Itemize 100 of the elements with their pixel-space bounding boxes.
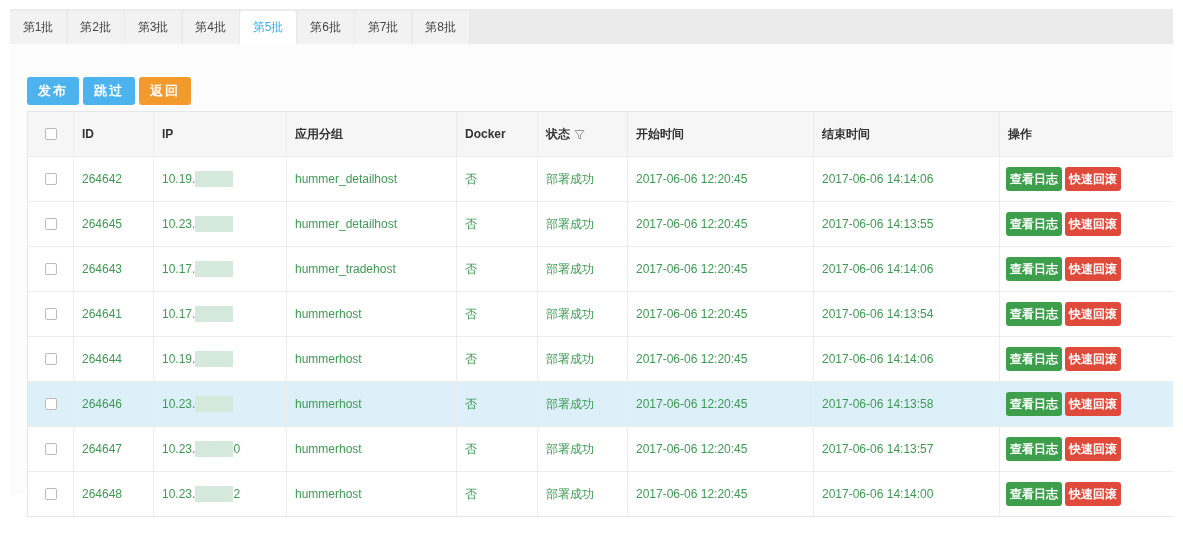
group-cell: hummerhost <box>295 487 362 501</box>
table-row[interactable]: 264648 10.23. 2 hummerhost 否 部署成功 2017-06-06 12:20:45 2017-06-06 14:14:00 查看日志 快速回滚 <box>28 471 1173 516</box>
select-all-checkbox[interactable] <box>44 128 57 140</box>
view-log-button[interactable]: 查看日志 <box>1006 212 1062 236</box>
rollback-button[interactable]: 快速回滚 <box>1065 257 1121 281</box>
view-log-button[interactable]: 查看日志 <box>1006 347 1062 371</box>
batch-tab[interactable]: 第7批 <box>355 11 411 44</box>
ip-cell: 10.19. <box>162 352 196 366</box>
redaction-mark <box>195 261 234 277</box>
start-time-cell: 2017-06-06 12:20:45 <box>636 397 748 411</box>
row-checkbox[interactable] <box>44 173 57 185</box>
batch-tab[interactable]: 第6批 <box>297 11 354 44</box>
action-button[interactable]: 跳过 <box>83 77 135 105</box>
end-time-cell: 2017-06-06 14:13:58 <box>822 397 934 411</box>
batch-tab[interactable]: 第8批 <box>412 11 469 44</box>
id-header: ID <box>82 127 94 141</box>
group-cell: hummerhost <box>295 442 362 456</box>
status-header: 状态 <box>546 125 570 143</box>
rollback-button[interactable]: 快速回滚 <box>1065 212 1121 236</box>
batch-tab[interactable]: 第1批 <box>10 11 66 44</box>
end-time-cell: 2017-06-06 14:13:54 <box>822 307 934 321</box>
status-cell: 部署成功 <box>546 485 594 503</box>
status-cell: 部署成功 <box>546 215 594 233</box>
rollback-button[interactable]: 快速回滚 <box>1065 167 1121 191</box>
id-cell: 264646 <box>82 397 123 411</box>
start-time-cell: 2017-06-06 12:20:45 <box>636 217 748 231</box>
id-cell: 264644 <box>82 352 123 366</box>
row-checkbox[interactable] <box>44 218 57 230</box>
ip-cell: 10.19. <box>162 172 196 186</box>
id-cell: 264647 <box>82 442 123 456</box>
view-log-button[interactable]: 查看日志 <box>1006 392 1062 416</box>
id-cell: 264645 <box>82 217 123 231</box>
row-checkbox[interactable] <box>44 488 57 500</box>
start-time-cell: 2017-06-06 12:20:45 <box>636 487 748 501</box>
view-log-button[interactable]: 查看日志 <box>1006 167 1062 191</box>
ip-cell: 10.23. <box>162 217 196 231</box>
docker-cell: 否 <box>465 485 477 503</box>
table-row[interactable]: 264647 10.23. 0 hummerhost 否 部署成功 2017-06-06 12:20:45 2017-06-06 14:13:57 查看日志 快速回滚 <box>28 426 1173 471</box>
docker-cell: 否 <box>465 170 477 188</box>
rollback-button[interactable]: 快速回滚 <box>1065 347 1121 371</box>
rollback-button[interactable]: 快速回滚 <box>1065 392 1121 416</box>
docker-cell: 否 <box>465 260 477 278</box>
action-button[interactable]: 返回 <box>139 77 191 105</box>
view-log-button[interactable]: 查看日志 <box>1006 257 1062 281</box>
redaction-mark <box>195 216 234 232</box>
ip-cell: 10.23. <box>162 397 196 411</box>
rollback-button[interactable]: 快速回滚 <box>1065 482 1121 506</box>
redaction-mark <box>195 441 234 457</box>
ip-cell: 10.23. <box>162 487 196 501</box>
start-time-cell: 2017-06-06 12:20:45 <box>636 442 748 456</box>
batch-tab[interactable]: 第5批 <box>240 11 296 44</box>
ip-fragment: 2 <box>233 487 241 501</box>
redaction-mark <box>195 171 234 187</box>
end-time-cell: 2017-06-06 14:13:57 <box>822 442 934 456</box>
id-cell: 264641 <box>82 307 123 321</box>
ip-cell: 10.17. <box>162 262 196 276</box>
row-checkbox[interactable] <box>44 398 57 410</box>
view-log-button[interactable]: 查看日志 <box>1006 437 1062 461</box>
redaction-mark <box>195 306 234 322</box>
filter-icon[interactable] <box>574 128 585 140</box>
rollback-button[interactable]: 快速回滚 <box>1065 437 1121 461</box>
row-checkbox[interactable] <box>44 308 57 320</box>
table-row[interactable]: 264642 10.19. hummer_detailhost 否 部署成功 2017-06-06 12:20:45 2017-06-06 14:14:06 查看日志 快速回滚 <box>28 156 1173 201</box>
status-cell: 部署成功 <box>546 440 594 458</box>
docker-header: Docker <box>465 127 506 141</box>
group-cell: hummer_detailhost <box>295 172 398 186</box>
batch-tab[interactable]: 第4批 <box>182 11 239 44</box>
group-cell: hummerhost <box>295 352 362 366</box>
docker-cell: 否 <box>465 395 477 413</box>
status-cell: 部署成功 <box>546 170 594 188</box>
table-row[interactable]: 264641 10.17. hummerhost 否 部署成功 2017-06-06 12:20:45 2017-06-06 14:13:54 查看日志 快速回滚 <box>28 291 1173 336</box>
table-row[interactable]: 264646 10.23. hummerhost 否 部署成功 2017-06-06 12:20:45 2017-06-06 14:13:58 查看日志 快速回滚 <box>28 381 1173 426</box>
rollback-button[interactable]: 快速回滚 <box>1065 302 1121 326</box>
redaction-mark <box>195 396 234 412</box>
start-time-cell: 2017-06-06 12:20:45 <box>636 262 748 276</box>
ip-fragment: 0 <box>233 442 241 456</box>
end-time-cell: 2017-06-06 14:14:06 <box>822 262 934 276</box>
end-time-cell: 2017-06-06 14:14:06 <box>822 352 934 366</box>
group-cell: hummer_tradehost <box>295 262 396 276</box>
view-log-button[interactable]: 查看日志 <box>1006 302 1062 326</box>
batch-tab[interactable]: 第3批 <box>125 11 181 44</box>
docker-cell: 否 <box>465 350 477 368</box>
ip-cell: 10.17. <box>162 307 196 321</box>
row-checkbox[interactable] <box>44 443 57 455</box>
view-log-button[interactable]: 查看日志 <box>1006 482 1062 506</box>
table-row[interactable]: 264645 10.23. hummer_detailhost 否 部署成功 2017-06-06 12:20:45 2017-06-06 14:13:55 查看日志 快速回滚 <box>28 201 1173 246</box>
end-time-cell: 2017-06-06 14:13:55 <box>822 217 934 231</box>
table-row[interactable]: 264643 10.17. hummer_tradehost 否 部署成功 2017-06-06 12:20:45 2017-06-06 14:14:06 查看日志 快速回滚 <box>28 246 1173 291</box>
id-cell: 264648 <box>82 487 123 501</box>
docker-cell: 否 <box>465 440 477 458</box>
row-checkbox[interactable] <box>44 263 57 275</box>
group-cell: hummer_detailhost <box>295 217 398 231</box>
actions-header: 操作 <box>1008 125 1032 143</box>
end-time-header: 结束时间 <box>822 125 870 143</box>
start-time-cell: 2017-06-06 12:20:45 <box>636 307 748 321</box>
row-checkbox[interactable] <box>44 353 57 365</box>
action-button[interactable]: 发布 <box>27 77 79 105</box>
batch-tab[interactable]: 第2批 <box>67 11 124 44</box>
docker-cell: 否 <box>465 305 477 323</box>
group-cell: hummerhost <box>295 307 362 321</box>
